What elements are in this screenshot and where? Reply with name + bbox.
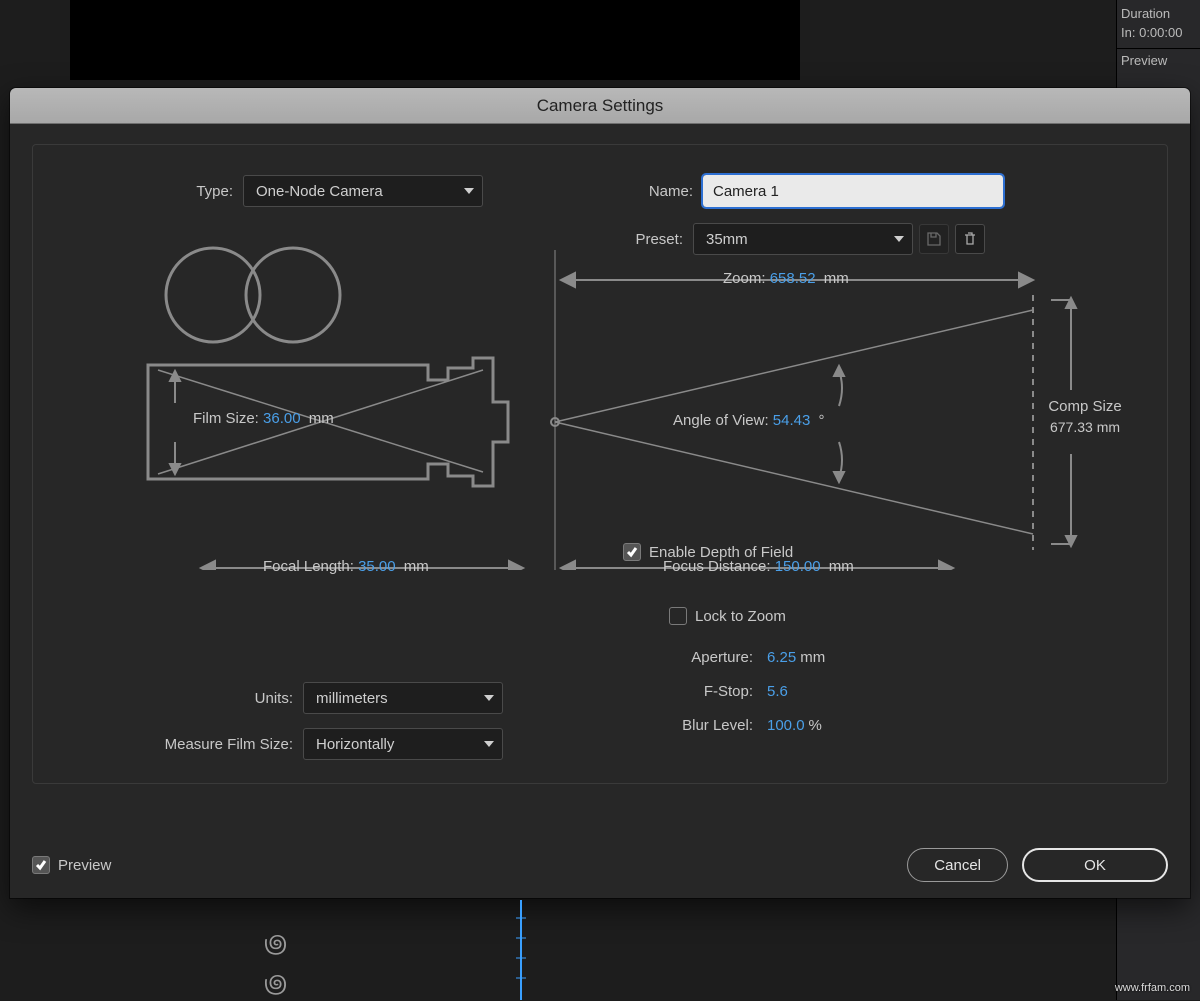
in-point: In: 0:00:00 (1121, 25, 1196, 40)
film-size-value[interactable]: 36.00 (263, 410, 301, 427)
preview-section-label: Preview (1121, 53, 1196, 68)
enable-dof-row: Enable Depth of Field (623, 543, 793, 561)
blur-value[interactable]: 100.0 (767, 717, 805, 734)
units-label: Units: (103, 690, 293, 707)
watermark: www.frfam.com (1115, 982, 1190, 994)
units-select[interactable]: millimeters (303, 682, 503, 714)
angle-row: Angle of View: 54.43 ° (673, 412, 825, 429)
aperture-row: Aperture: 6.25 mm (563, 640, 825, 674)
duration-label: Duration (1121, 6, 1196, 21)
zoom-value[interactable]: 658.52 (770, 270, 816, 287)
enable-dof-checkbox[interactable] (623, 543, 641, 561)
zoom-row: Zoom: 658.52 mm (723, 270, 849, 287)
camera-diagram: Film Size: 36.00 mm Zoom: 658.52 mm Angl… (93, 240, 1123, 570)
comp-size-block: Comp Size 677.33 mm (1045, 398, 1125, 435)
aperture-value[interactable]: 6.25 (767, 649, 796, 666)
settings-panel: Type: One-Node Camera Name: Camera 1 Pre… (32, 144, 1168, 784)
dialog-title: Camera Settings (10, 88, 1190, 124)
chevron-down-icon (484, 695, 494, 701)
ok-button[interactable]: OK (1022, 848, 1168, 882)
chevron-down-icon (464, 188, 474, 194)
chevron-down-icon (484, 741, 494, 747)
fstop-value[interactable]: 5.6 (767, 683, 788, 700)
lock-to-zoom-checkbox[interactable] (669, 607, 687, 625)
name-label: Name: (623, 183, 693, 200)
angle-value[interactable]: 54.43 (773, 412, 811, 429)
film-size-row: Film Size: 36.00 mm (193, 410, 334, 427)
blur-level-row: Blur Level: 100.0 % (563, 708, 825, 742)
measure-select[interactable]: Horizontally (303, 728, 503, 760)
preview-checkbox[interactable] (32, 856, 50, 874)
name-input[interactable]: Camera 1 (703, 175, 1003, 207)
dof-params: Aperture: 6.25 mm F-Stop: 5.6 Blur Level… (563, 640, 825, 742)
lock-to-zoom-row: Lock to Zoom (669, 607, 786, 625)
type-select[interactable]: One-Node Camera (243, 175, 483, 207)
camera-settings-dialog: Camera Settings Type: One-Node Camera Na… (10, 88, 1190, 898)
fstop-row: F-Stop: 5.6 (563, 674, 825, 708)
spiral-icon: ౷ (264, 970, 287, 1001)
type-label: Type: (73, 183, 233, 200)
focal-length-row: Focal Length: 35.00 mm (263, 558, 429, 575)
timeline-area: ౷ ౷ (0, 900, 1200, 1000)
preview-toggle-row: Preview (32, 856, 111, 874)
measure-label: Measure Film Size: (103, 736, 293, 753)
spiral-icon: ౷ (264, 930, 287, 961)
focal-length-value[interactable]: 35.00 (358, 558, 396, 575)
cancel-button[interactable]: Cancel (907, 848, 1008, 882)
preview-viewport (70, 0, 800, 80)
